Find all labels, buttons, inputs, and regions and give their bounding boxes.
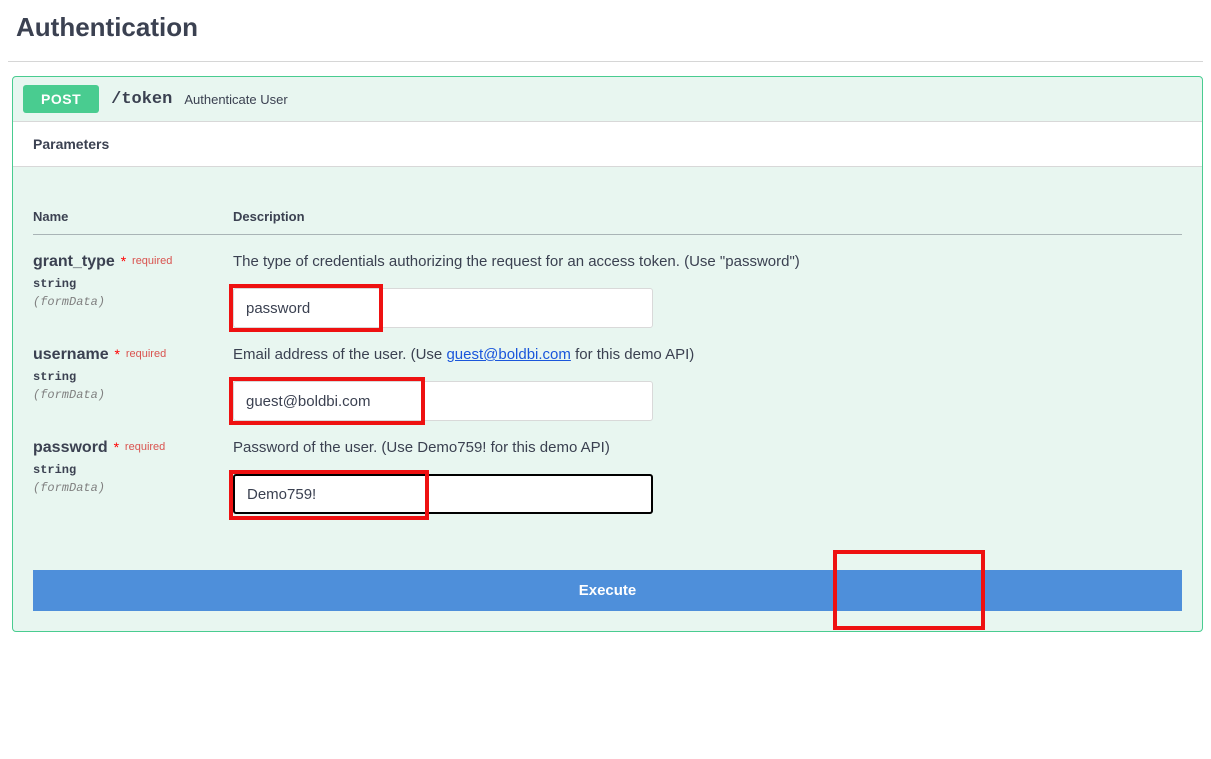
grant-type-input[interactable] [233,288,653,328]
operation-block: POST /token Authenticate User Parameters… [12,76,1203,632]
param-row: password * required string (formData) Pa… [33,421,1182,514]
execute-button[interactable]: Execute [33,570,1182,611]
param-name: grant_type [33,253,115,270]
param-row: username * required string (formData) Em… [33,328,1182,421]
param-type: string [33,277,233,291]
param-type: string [33,370,233,384]
param-in: (formData) [33,388,233,402]
param-description: The type of credentials authorizing the … [233,253,1182,270]
param-description: Email address of the user. (Use guest@bo… [233,346,1182,363]
param-row: grant_type * required string (formData) … [33,235,1182,329]
required-text: required [132,255,172,267]
param-name: username [33,346,109,363]
parameters-table: Name Description grant_type * required [33,177,1182,514]
demo-email-link[interactable]: guest@boldbi.com [446,346,570,363]
param-description: Password of the user. (Use Demo759! for … [233,439,1182,456]
divider [8,61,1203,62]
param-name: password [33,439,108,456]
param-type: string [33,463,233,477]
param-in: (formData) [33,295,233,309]
required-star: * [112,346,121,362]
col-description: Description [233,177,1182,235]
param-in: (formData) [33,481,233,495]
section-title: Authentication [16,12,1195,43]
parameters-body: Name Description grant_type * required [13,167,1202,631]
required-star: * [119,253,128,269]
username-input[interactable] [233,381,653,421]
required-star: * [112,439,121,455]
parameters-header: Parameters [13,121,1202,167]
col-name: Name [33,177,233,235]
required-text: required [126,348,166,360]
required-text: required [125,441,165,453]
endpoint-summary: Authenticate User [184,92,287,107]
operation-summary[interactable]: POST /token Authenticate User [13,77,1202,121]
password-input[interactable] [233,474,653,514]
endpoint-path: /token [111,90,172,109]
method-badge: POST [23,85,99,113]
